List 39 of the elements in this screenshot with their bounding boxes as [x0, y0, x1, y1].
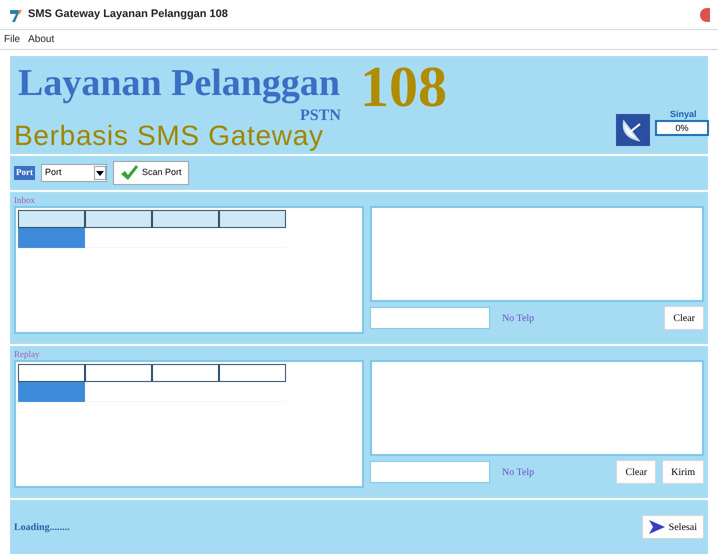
section-title: Inbox [14, 194, 35, 206]
column-header[interactable] [152, 364, 219, 382]
caret-icon [94, 166, 106, 180]
grid-cell[interactable] [18, 382, 85, 402]
column-header[interactable] [219, 210, 286, 228]
scan-port-button[interactable]: Scan Port [113, 161, 189, 185]
signal-label: Sinyal [670, 108, 697, 121]
column-header[interactable] [152, 210, 219, 228]
check-icon [120, 165, 138, 181]
menu-item[interactable]: File [0, 32, 24, 47]
column-header[interactable] [219, 364, 286, 382]
signal-value: 0% [655, 120, 709, 136]
message-text-area[interactable] [370, 206, 704, 302]
column-header[interactable] [18, 210, 85, 228]
banner-tagline: Berbasis SMS Gateway [14, 122, 324, 150]
satellite-dish-icon [616, 114, 650, 146]
phone-label: No Telp [502, 312, 534, 326]
finish-button[interactable]: Selesai [642, 515, 704, 539]
action-button[interactable]: Clear [616, 460, 656, 484]
grid-cell[interactable] [18, 228, 85, 248]
message-text-area[interactable] [370, 360, 704, 456]
phone-number-field[interactable] [370, 307, 490, 329]
window-title: SMS Gateway Layanan Pelanggan 108 [28, 7, 228, 22]
arrow-icon [648, 520, 665, 534]
port-label: Port [14, 166, 35, 180]
banner-title: Layanan Pelanggan [18, 64, 340, 102]
column-header[interactable] [18, 364, 85, 382]
banner-subtitle: PSTN [300, 108, 341, 124]
loading-status: Loading........ [14, 520, 70, 534]
action-button[interactable]: Kirim [662, 460, 704, 484]
menu-item[interactable]: About [24, 32, 58, 47]
port-dropdown[interactable]: Port [41, 164, 107, 182]
phone-number-field[interactable] [370, 461, 490, 483]
banner-number: 108 [360, 58, 447, 116]
column-header[interactable] [85, 210, 152, 228]
column-header[interactable] [85, 364, 152, 382]
section-title: Replay [14, 348, 40, 360]
action-button[interactable]: Clear [664, 306, 704, 330]
phone-label: No Telp [502, 466, 534, 480]
